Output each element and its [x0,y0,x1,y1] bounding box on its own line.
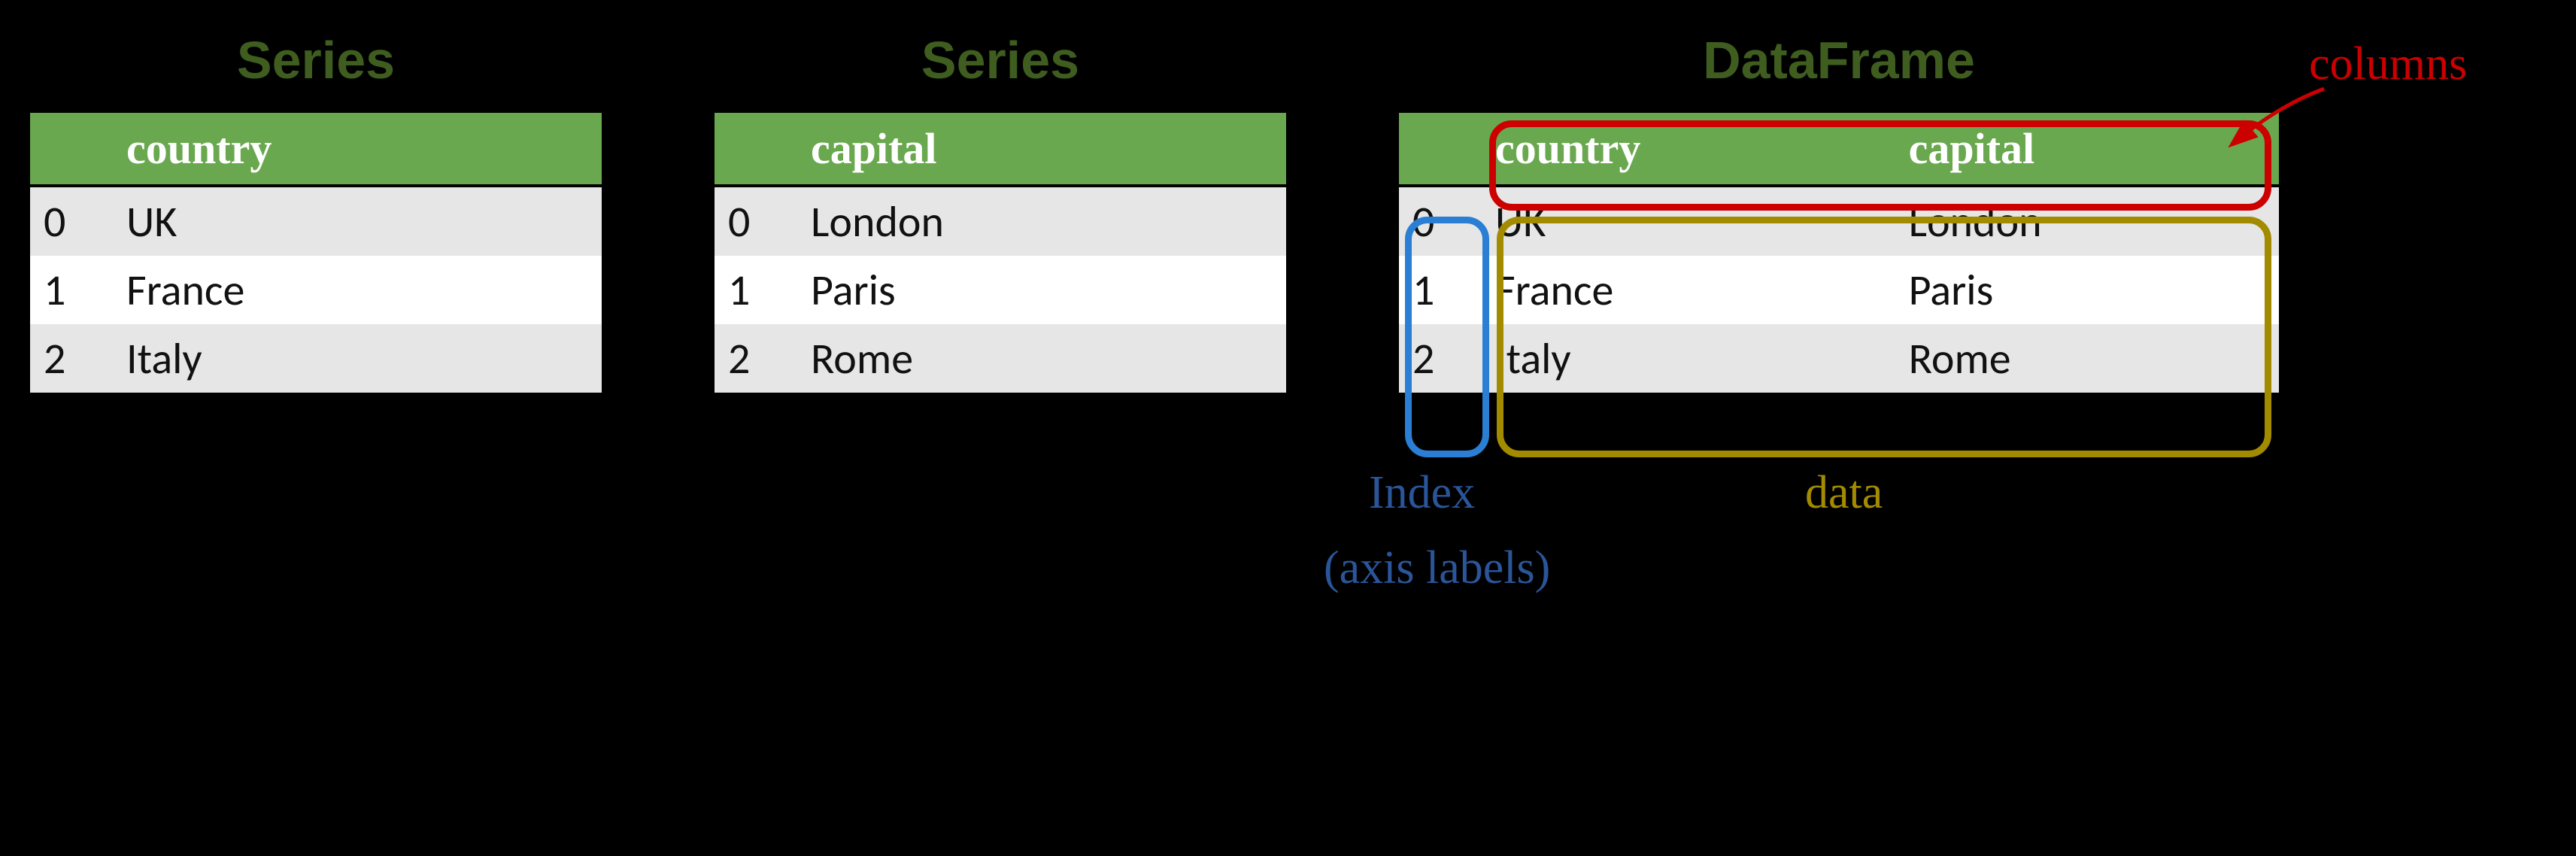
value-cell: Rome [797,324,1286,393]
table-row: 1 Paris [715,256,1286,324]
table-row: 0 UK [30,186,602,256]
table-row: 0 London [715,186,1286,256]
series-country-title: Series [30,30,602,90]
index-cell: 1 [30,256,113,324]
series-country-panel: Series country 0 UK 1 France 2 [30,30,602,393]
series-country-table: country 0 UK 1 France 2 Italy [30,113,602,393]
index-annotation-label-line2: (axis labels) [1324,542,1550,595]
index-annotation-box [1405,217,1489,457]
table-row: 2 Rome [715,324,1286,393]
data-annotation-label: data [1805,466,1883,520]
value-cell: Paris [797,256,1286,324]
table-row: 2 Italy [30,324,602,393]
dataframe-title: DataFrame [1399,30,2279,90]
index-annotation-label-line1: Index [1369,466,1475,520]
series-capital-index-header [715,113,797,186]
value-cell: London [797,186,1286,256]
value-cell: UK [113,186,602,256]
index-cell: 0 [30,186,113,256]
columns-arrow-icon [2219,83,2339,158]
dataframe-index-header [1399,113,1482,186]
series-country-column-header: country [113,113,602,186]
series-capital-column-header: capital [797,113,1286,186]
value-cell: France [113,256,602,324]
series-country-index-header [30,113,113,186]
columns-annotation-box [1489,120,2271,211]
series-capital-table: capital 0 London 1 Paris 2 Rome [715,113,1286,393]
value-cell: Italy [113,324,602,393]
series-capital-title: Series [715,30,1286,90]
data-annotation-box [1497,217,2271,457]
series-capital-panel: Series capital 0 London 1 Paris 2 [715,30,1286,393]
index-cell: 1 [715,256,797,324]
index-cell: 2 [715,324,797,393]
index-cell: 2 [30,324,113,393]
table-row: 1 France [30,256,602,324]
index-cell: 0 [715,186,797,256]
